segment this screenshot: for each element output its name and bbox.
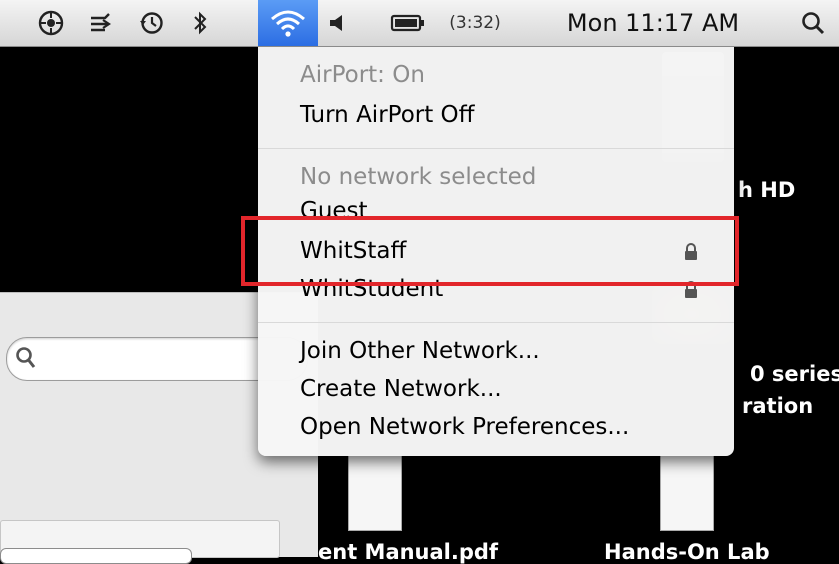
create-network-item[interactable]: Create Network... bbox=[300, 376, 502, 402]
sync-icon[interactable] bbox=[84, 0, 116, 46]
battery-time: (3:32) bbox=[449, 13, 501, 33]
join-other-network-item[interactable]: Join Other Network... bbox=[300, 338, 540, 364]
menu-bar-clock[interactable]: Mon 11:17 AM bbox=[544, 0, 762, 46]
menu-bar: (3:32) Mon 11:17 AM bbox=[0, 0, 839, 47]
pdf-document-icon[interactable] bbox=[348, 455, 402, 531]
scripts-icon[interactable] bbox=[34, 0, 68, 46]
highlight-annotation bbox=[241, 216, 739, 286]
airport-status: AirPort: On bbox=[300, 62, 425, 88]
time-machine-icon[interactable] bbox=[134, 0, 168, 46]
search-icon bbox=[15, 346, 37, 375]
battery-icon[interactable] bbox=[388, 0, 428, 46]
printer-label-line2: ration bbox=[742, 394, 814, 418]
document-icon[interactable] bbox=[660, 455, 714, 531]
hard-drive-label: h HD bbox=[738, 178, 796, 202]
open-network-preferences-item[interactable]: Open Network Preferences... bbox=[300, 414, 629, 440]
volume-icon[interactable] bbox=[322, 0, 352, 46]
wifi-icon[interactable] bbox=[258, 0, 318, 46]
finder-field[interactable] bbox=[0, 548, 192, 564]
menu-separator bbox=[258, 322, 734, 323]
spotlight-icon[interactable] bbox=[796, 0, 830, 46]
no-network-label: No network selected bbox=[300, 164, 537, 190]
turn-airport-off-item[interactable]: Turn AirPort Off bbox=[300, 102, 475, 128]
menu-separator bbox=[258, 148, 734, 149]
printer-label-line1: 0 series bbox=[750, 362, 839, 386]
document-label: ent Manual.pdf bbox=[318, 540, 499, 564]
bluetooth-icon[interactable] bbox=[186, 0, 214, 46]
document-label: Hands-On Lab bbox=[604, 540, 770, 564]
